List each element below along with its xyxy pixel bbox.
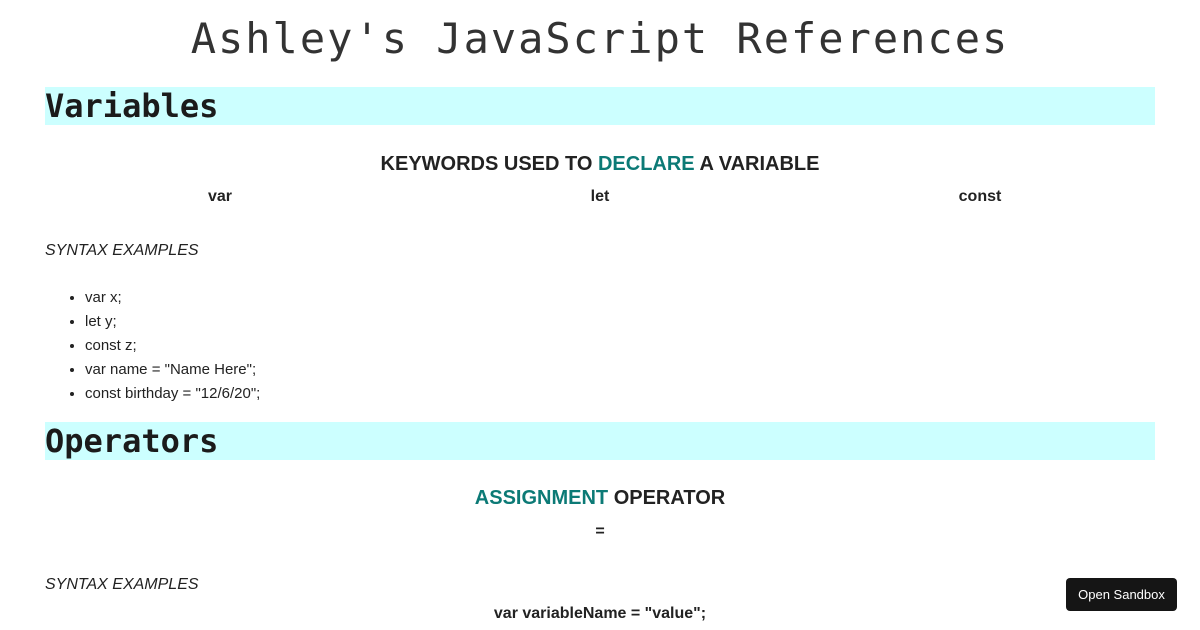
variables-syntax-label: SYNTAX EXAMPLES xyxy=(45,242,199,259)
keyword-var: var xyxy=(207,188,233,205)
subheading-accent: DECLARE xyxy=(597,153,695,175)
page-title: Ashley's JavaScript References xyxy=(190,14,1010,63)
list-item: const z; xyxy=(85,334,260,358)
section-heading-variables: Variables xyxy=(45,87,1155,125)
list-item: var x; xyxy=(85,286,260,310)
subheading-text-before: KEYWORDS USED TO xyxy=(380,153,598,175)
section-heading-operators: Operators xyxy=(45,422,1155,460)
keyword-let: let xyxy=(590,188,610,205)
operators-syntax-label: SYNTAX EXAMPLES xyxy=(45,576,199,593)
variables-examples-list: var x; let y; const z; var name = "Name … xyxy=(45,286,260,406)
page: Ashley's JavaScript References Variables… xyxy=(0,0,1200,630)
assignment-operator-symbol: = xyxy=(595,523,605,540)
list-item: var name = "Name Here"; xyxy=(85,358,260,382)
operators-example: var variableName = "value"; xyxy=(493,605,707,622)
subheading-accent: ASSIGNMENT xyxy=(474,487,609,509)
operators-subheading: ASSIGNMENT OPERATOR xyxy=(0,487,1200,510)
subheading-text-after: A VARIABLE xyxy=(694,153,820,175)
subheading-text-after: OPERATOR xyxy=(608,487,726,509)
keyword-const: const xyxy=(958,188,1002,205)
variables-subheading: KEYWORDS USED TO DECLARE A VARIABLE xyxy=(0,153,1200,176)
list-item: let y; xyxy=(85,310,260,334)
open-sandbox-button[interactable]: Open Sandbox xyxy=(1066,578,1177,611)
list-item: const birthday = "12/6/20"; xyxy=(85,382,260,406)
